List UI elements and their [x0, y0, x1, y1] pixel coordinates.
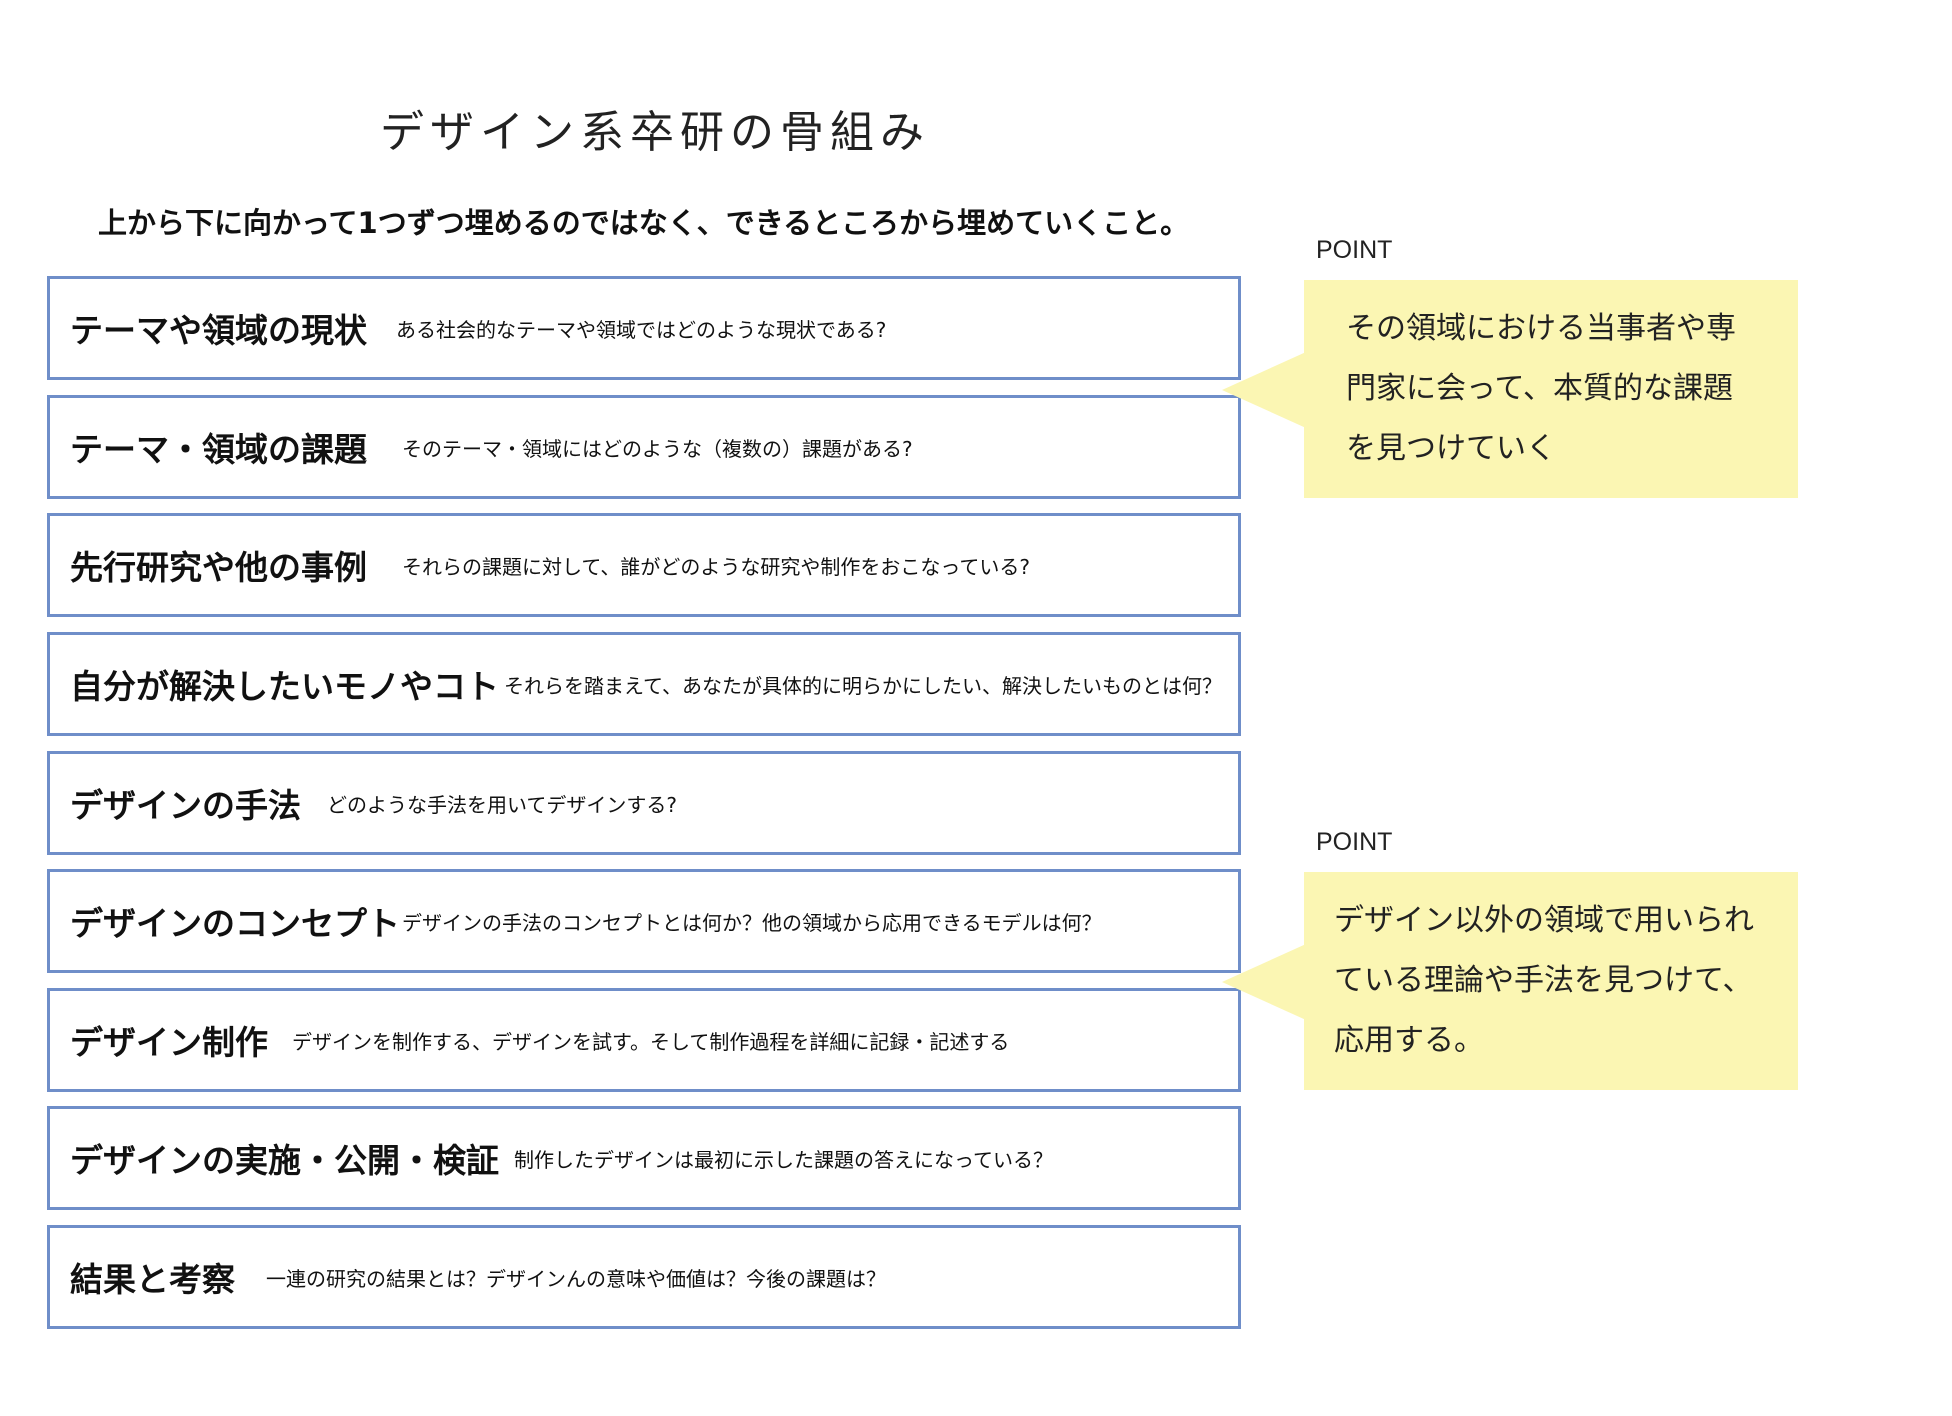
step-box-design-method: デザインの手法 どのような手法を用いてデザインする?: [47, 751, 1241, 855]
step-title: デザイン制作: [70, 1023, 268, 1062]
step-description: ある社会的なテーマや領域ではどのような現状である?: [396, 317, 887, 342]
step-box-design-concept: デザインのコンセプト デザインの手法のコンセプトとは何か？他の領域から応用できる…: [47, 869, 1241, 973]
step-box-prior-work: 先行研究や他の事例 それらの課題に対して、誰がどのような研究や制作をおこなってい…: [47, 513, 1241, 617]
step-title: テーマ・領域の課題: [70, 430, 367, 469]
step-box-design-production: デザイン制作 デザインを制作する、デザインを試す。そして制作過程を詳細に記録・記…: [47, 988, 1241, 1092]
step-description: 一連の研究の結果とは？デザインんの意味や価値は？今後の課題は？: [266, 1266, 886, 1291]
step-title: 先行研究や他の事例: [70, 548, 367, 587]
step-description: どのような手法を用いてデザインする?: [327, 792, 678, 817]
step-title: 自分が解決したいモノやコト: [70, 667, 499, 706]
step-box-current-state: テーマや領域の現状 ある社会的なテーマや領域ではどのような現状である?: [47, 276, 1241, 380]
step-title: 結果と考察: [70, 1260, 235, 1299]
callout-pointer: [1222, 944, 1306, 1020]
step-description: デザインの手法のコンセプトとは何か？他の領域から応用できるモデルは何？: [402, 910, 1102, 935]
step-title: テーマや領域の現状: [70, 311, 367, 350]
page-subtitle: 上から下に向かって1つずつ埋めるのではなく、できるところから埋めていくこと。: [98, 206, 1190, 240]
callout-pointer: [1222, 352, 1306, 428]
step-box-results: 結果と考察 一連の研究の結果とは？デザインんの意味や価値は？今後の課題は？: [47, 1225, 1241, 1329]
page-title: デザイン系卒研の骨組み: [380, 107, 930, 158]
step-description: デザインを制作する、デザインを試す。そして制作過程を詳細に記録・記述する: [292, 1029, 1010, 1054]
step-description: そのテーマ・領域にはどのような（複数の）課題がある?: [402, 436, 913, 461]
step-title: デザインの実施・公開・検証: [70, 1141, 499, 1180]
step-description: それらの課題に対して、誰がどのような研究や制作をおこなっている?: [402, 554, 1031, 579]
point-callout: デザイン以外の領域で用いられ ている理論や手法を見つけて、 応用する。: [1304, 872, 1798, 1090]
point-callout: その領域における当事者や専 門家に会って、本質的な課題 を見つけていく: [1304, 280, 1798, 498]
step-description: 制作したデザインは最初に示した課題の答えになっている？: [514, 1147, 1053, 1172]
step-box-what-to-solve: 自分が解決したいモノやコト それらを踏まえて、あなたが具体的に明らかにしたい、解…: [47, 632, 1241, 736]
point-label: POINT: [1316, 236, 1393, 264]
step-description: それらを踏まえて、あなたが具体的に明らかにしたい、解決したいものとは何？: [504, 673, 1222, 698]
point-text: デザイン以外の領域で用いられ ている理論や手法を見つけて、 応用する。: [1334, 903, 1754, 1058]
step-title: デザインの手法: [70, 786, 301, 825]
step-box-issues: テーマ・領域の課題 そのテーマ・領域にはどのような（複数の）課題がある?: [47, 395, 1241, 499]
step-title: デザインのコンセプト: [70, 904, 400, 943]
step-box-implementation: デザインの実施・公開・検証 制作したデザインは最初に示した課題の答えになっている…: [47, 1106, 1241, 1210]
point-text: その領域における当事者や専 門家に会って、本質的な課題 を見つけていく: [1346, 311, 1736, 466]
point-label: POINT: [1316, 828, 1393, 856]
